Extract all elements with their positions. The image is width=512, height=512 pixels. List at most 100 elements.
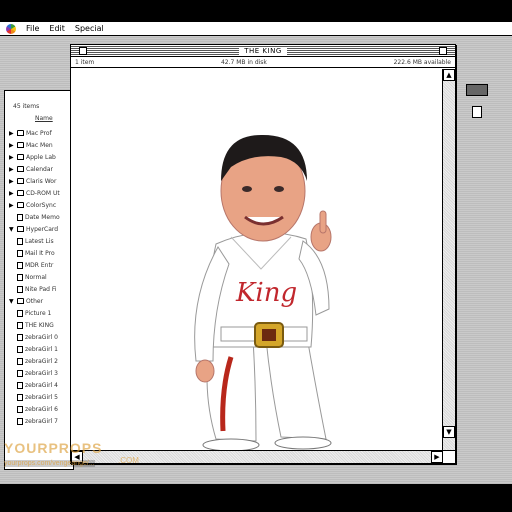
buckle-center [262, 329, 276, 341]
folder-icon [17, 166, 24, 172]
list-item[interactable]: Normal [9, 271, 75, 283]
folder-icon [17, 190, 24, 196]
doc-icon [17, 393, 23, 401]
doc-icon [17, 333, 23, 341]
list-item[interactable]: ▶ CD-ROM Ut [9, 187, 75, 199]
list-item[interactable]: ▶ Apple Lab [9, 151, 75, 163]
column-header-name[interactable]: Name [35, 115, 53, 122]
list-item-label: Picture 1 [25, 309, 52, 317]
resize-handle-icon[interactable] [442, 450, 455, 463]
list-item[interactable]: zebraGirl 2 [9, 355, 75, 367]
list-item[interactable]: Mail It Pro [9, 247, 75, 259]
menu-file[interactable]: File [26, 24, 39, 33]
disclosure-closed-icon[interactable]: ▶ [9, 130, 15, 137]
info-items: 1 item [75, 59, 95, 66]
drive-icon[interactable] [466, 84, 488, 96]
vertical-scrollbar[interactable]: ▲ ▼ [442, 69, 455, 451]
doc-icon [17, 285, 23, 293]
image-content: King [71, 69, 443, 452]
folder-icon [17, 202, 24, 208]
disclosure-closed-icon[interactable]: ▶ [9, 178, 15, 185]
image-window[interactable]: THE KING 1 item 42.7 MB in disk 222.6 MB… [70, 44, 456, 464]
doc-icon [17, 261, 23, 269]
list-item-label: CD-ROM Ut [26, 189, 60, 197]
menu-special[interactable]: Special [75, 24, 104, 33]
list-item-label: Mail It Pro [25, 249, 55, 257]
list-item[interactable]: THE KING [9, 319, 75, 331]
list-item-label: Calendar [26, 165, 53, 173]
list-item[interactable]: ▶ ColorSync [9, 199, 75, 211]
list-item-label: ColorSync [26, 201, 57, 209]
disclosure-closed-icon[interactable]: ▶ [9, 154, 15, 161]
list-item-label: Latest Lis [25, 237, 54, 245]
list-item-label: Nite Pad Fi [25, 285, 57, 293]
disclosure-closed-icon[interactable]: ▶ [9, 190, 15, 197]
raised-finger [319, 210, 327, 234]
right-shoe [274, 436, 332, 450]
doc-icon [17, 237, 23, 245]
doc-icon [17, 309, 23, 317]
list-item[interactable]: zebraGirl 3 [9, 367, 75, 379]
folder-icon [17, 178, 24, 184]
list-item[interactable]: Picture 1 [9, 307, 75, 319]
list-item-label: zebraGirl 7 [25, 417, 58, 425]
left-hand [195, 359, 215, 383]
list-item[interactable]: zebraGirl 6 [9, 403, 75, 415]
list-item[interactable]: zebraGirl 0 [9, 331, 75, 343]
list-item-label: THE KING [25, 321, 54, 329]
scroll-down-icon[interactable]: ▼ [443, 426, 455, 438]
list-item[interactable]: MDR Entr [9, 259, 75, 271]
scroll-up-icon[interactable]: ▲ [443, 69, 455, 81]
list-item-label: MDR Entr [25, 261, 54, 269]
disclosure-closed-icon[interactable]: ▶ [9, 202, 15, 209]
list-item[interactable]: ▼ Other [9, 295, 75, 307]
disclosure-open-icon[interactable]: ▼ [9, 298, 15, 305]
list-item[interactable]: ▶ Mac Prof [9, 127, 75, 139]
list-item[interactable]: Nite Pad Fi [9, 283, 75, 295]
folder-icon [17, 298, 24, 304]
doc-icon [17, 249, 23, 257]
hard-disk-icon[interactable] [466, 84, 490, 122]
list-item[interactable]: zebraGirl 4 [9, 379, 75, 391]
finder-list-window[interactable]: 45 items Name ▶ Mac Prof ▶ Mac Men ▶ Apple La… [4, 90, 74, 470]
disclosure-closed-icon[interactable]: ▶ [9, 166, 15, 173]
doc-icon [17, 369, 23, 377]
list-item-label: HyperCard [26, 225, 59, 233]
folder-icon [17, 142, 24, 148]
list-item[interactable]: ▶ Calendar [9, 163, 75, 175]
list-item-label: Mac Men [26, 141, 53, 149]
list-item[interactable]: zebraGirl 7 [9, 415, 75, 427]
list-item-label: zebraGirl 1 [25, 345, 58, 353]
list-item[interactable]: ▶ Mac Men [9, 139, 75, 151]
list-item[interactable]: Date Memo [9, 211, 75, 223]
document-icon[interactable] [472, 106, 482, 118]
list-item-label: Other [26, 297, 44, 305]
list-item[interactable]: Latest Lis [9, 235, 75, 247]
doc-icon [17, 417, 23, 425]
folder-icon [17, 226, 24, 232]
list-item-label: Claris Wor [26, 177, 57, 185]
doc-icon [17, 345, 23, 353]
doc-icon [17, 273, 23, 281]
info-available: 222.6 MB available [393, 59, 451, 66]
left-leg [206, 333, 257, 442]
menu-edit[interactable]: Edit [49, 24, 65, 33]
window-titlebar[interactable]: THE KING [71, 45, 455, 57]
disclosure-open-icon[interactable]: ▼ [9, 226, 15, 233]
close-box-icon[interactable] [79, 47, 87, 55]
list-item[interactable]: zebraGirl 1 [9, 343, 75, 355]
list-item[interactable]: zebraGirl 5 [9, 391, 75, 403]
zoom-box-icon[interactable] [439, 47, 447, 55]
doc-icon [17, 405, 23, 413]
disclosure-closed-icon[interactable]: ▶ [9, 142, 15, 149]
folder-icon [17, 154, 24, 160]
left-eye [242, 186, 252, 192]
watermark-url: yourprops.com/vengeange/... [4, 460, 95, 467]
apple-menu-icon[interactable] [6, 23, 16, 34]
list-item-label: zebraGirl 0 [25, 333, 58, 341]
list-item-label: zebraGirl 6 [25, 405, 58, 413]
doc-icon [17, 321, 23, 329]
list-item-label: zebraGirl 4 [25, 381, 58, 389]
list-item[interactable]: ▶ Claris Wor [9, 175, 75, 187]
list-item[interactable]: ▼ HyperCard [9, 223, 75, 235]
